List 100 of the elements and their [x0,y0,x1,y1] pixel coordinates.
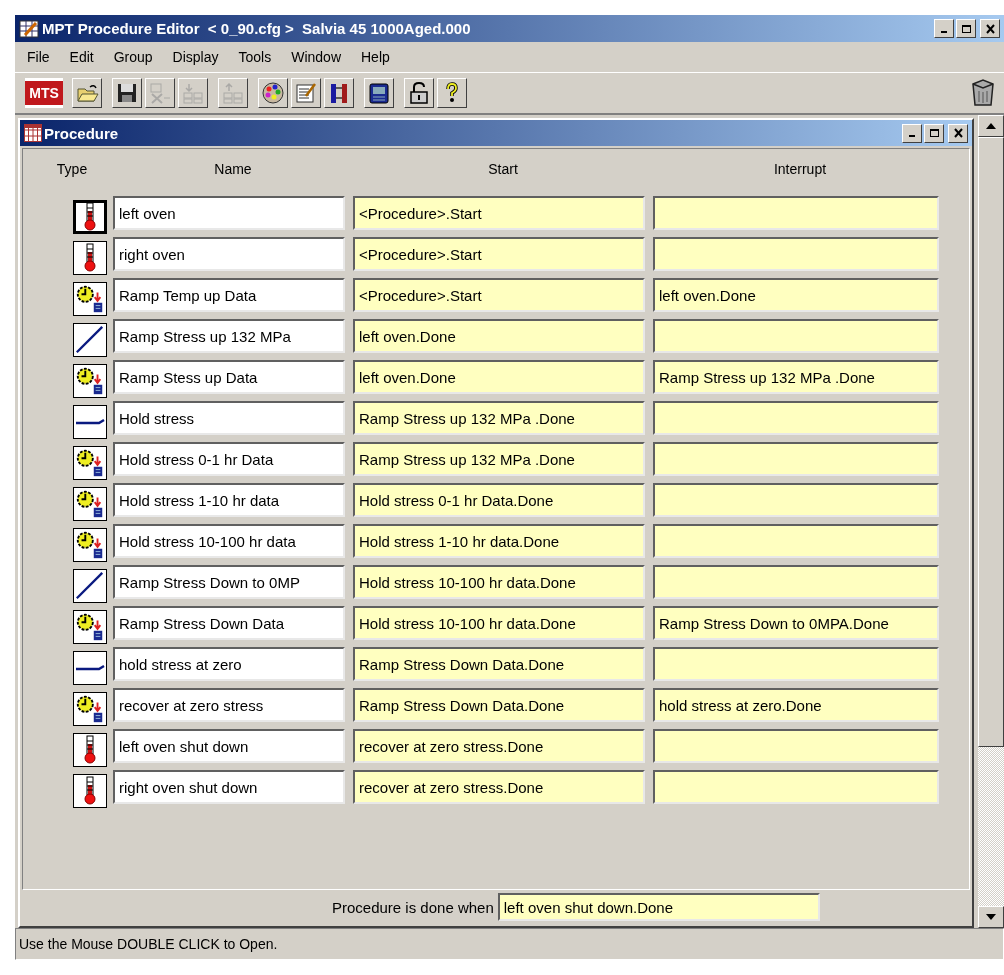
menu-item[interactable]: Edit [59,49,104,65]
toolbar-button[interactable] [72,78,102,108]
interrupt-field[interactable] [653,319,939,353]
menu-item[interactable]: Window [281,49,351,65]
interrupt-field[interactable]: left oven.Done [653,278,939,312]
name-field[interactable]: hold stress at zero [113,647,345,681]
name-field[interactable]: recover at zero stress [113,688,345,722]
start-field[interactable]: Ramp Stress up 132 MPa .Done [353,442,645,476]
toolbar-button[interactable] [112,78,142,108]
minimize-button[interactable] [934,19,954,38]
name-field[interactable]: left oven [113,196,345,230]
name-field[interactable]: Ramp Temp up Data [113,278,345,312]
start-field[interactable]: Hold stress 0-1 hr Data.Done [353,483,645,517]
name-field[interactable]: Hold stress [113,401,345,435]
start-field[interactable]: left oven.Done [353,360,645,394]
interrupt-field[interactable] [653,196,939,230]
start-field[interactable]: recover at zero stress.Done [353,770,645,804]
toolbar-button[interactable] [258,78,288,108]
start-field[interactable]: Ramp Stress up 132 MPa .Done [353,401,645,435]
step-type-button[interactable] [73,568,107,603]
interrupt-field[interactable] [653,442,939,476]
column-header[interactable]: Start [353,155,653,183]
interrupt-field[interactable] [653,770,939,804]
name-field[interactable]: Hold stress 10-100 hr data [113,524,345,558]
scroll-down-button[interactable] [978,906,1004,928]
menu-item[interactable]: Help [351,49,400,65]
interrupt-field[interactable] [653,483,939,517]
menu-item[interactable]: Tools [228,49,282,65]
step-type-button[interactable] [73,404,107,439]
trash-can-icon[interactable] [970,78,996,108]
arrow-boxes-icon [221,81,245,105]
interrupt-field[interactable] [653,565,939,599]
start-field[interactable]: Ramp Stress Down Data.Done [353,688,645,722]
name-field[interactable]: Ramp Stress up 132 MPa [113,319,345,353]
name-field[interactable]: right oven [113,237,345,271]
interrupt-field[interactable]: hold stress at zero.Done [653,688,939,722]
step-type-button[interactable] [73,445,107,480]
name-field[interactable]: Hold stress 0-1 hr Data [113,442,345,476]
interrupt-field[interactable] [653,237,939,271]
step-type-button[interactable] [73,732,107,767]
thermometer-icon [84,243,96,272]
minimize-button[interactable] [902,123,922,143]
step-type-button[interactable] [73,363,107,398]
maximize-button[interactable] [956,19,976,38]
start-field[interactable]: recover at zero stress.Done [353,729,645,763]
done-when-field[interactable]: left oven shut down.Done [497,893,820,921]
start-field[interactable]: <Procedure>.Start [353,278,645,312]
toolbar-button[interactable] [364,78,394,108]
name-field[interactable]: Hold stress 1-10 hr data [113,483,345,517]
start-field[interactable]: left oven.Done [353,319,645,353]
menu-item[interactable]: File [17,49,60,65]
toolbar-button[interactable] [437,78,467,108]
step-type-button[interactable] [73,486,107,521]
logo-button[interactable]: MTS [25,78,63,108]
step-type-button[interactable] [73,322,107,357]
start-field[interactable]: Hold stress 10-100 hr data.Done [353,606,645,640]
name-field[interactable]: Ramp Stess up Data [113,360,345,394]
interrupt-field[interactable] [653,729,939,763]
menu-item[interactable]: Group [103,49,163,65]
grid-icon [24,124,42,142]
start-field[interactable]: <Procedure>.Start [353,196,645,230]
scroll-thumb[interactable] [978,137,1004,747]
interrupt-field[interactable]: Ramp Stress up 132 MPa .Done [653,360,939,394]
interrupt-field[interactable] [653,647,939,681]
close-button[interactable] [948,123,968,143]
toolbar-button[interactable] [324,78,354,108]
start-field[interactable]: Hold stress 10-100 hr data.Done [353,565,645,599]
step-type-button[interactable] [73,281,107,316]
start-field[interactable]: <Procedure>.Start [353,237,645,271]
interrupt-field[interactable] [653,401,939,435]
toolbar-button[interactable] [291,78,321,108]
name-field[interactable]: Ramp Stress Down Data [113,606,345,640]
up-arrow-icon [986,123,996,129]
step-type-button[interactable] [73,609,107,644]
step-type-button[interactable] [73,527,107,562]
thermometer-icon [84,735,96,764]
step-type-button[interactable] [73,773,107,808]
menu-item[interactable]: Display [162,49,229,65]
step-type-button[interactable] [73,199,107,234]
close-icon [984,23,996,34]
scroll-up-button[interactable] [978,115,1004,137]
column-header[interactable]: Type [31,155,113,183]
toolbar-button[interactable] [404,78,434,108]
start-field[interactable]: Ramp Stress Down Data.Done [353,647,645,681]
start-field[interactable]: Hold stress 1-10 hr data.Done [353,524,645,558]
close-button[interactable] [980,19,1000,38]
column-header[interactable]: Name [113,155,353,183]
column-header[interactable]: Interrupt [653,155,947,183]
step-type-button[interactable] [73,691,107,726]
name-field[interactable]: right oven shut down [113,770,345,804]
step-type-button[interactable] [73,240,107,275]
step-type-button[interactable] [73,650,107,685]
book-icon [367,81,391,105]
name-field[interactable]: left oven shut down [113,729,345,763]
vertical-scrollbar[interactable] [978,115,1004,928]
interrupt-field[interactable]: Ramp Stress Down to 0MPA.Done [653,606,939,640]
maximize-button[interactable] [924,123,944,143]
name-field[interactable]: Ramp Stress Down to 0MP [113,565,345,599]
interrupt-field[interactable] [653,524,939,558]
minimize-icon [909,133,915,137]
